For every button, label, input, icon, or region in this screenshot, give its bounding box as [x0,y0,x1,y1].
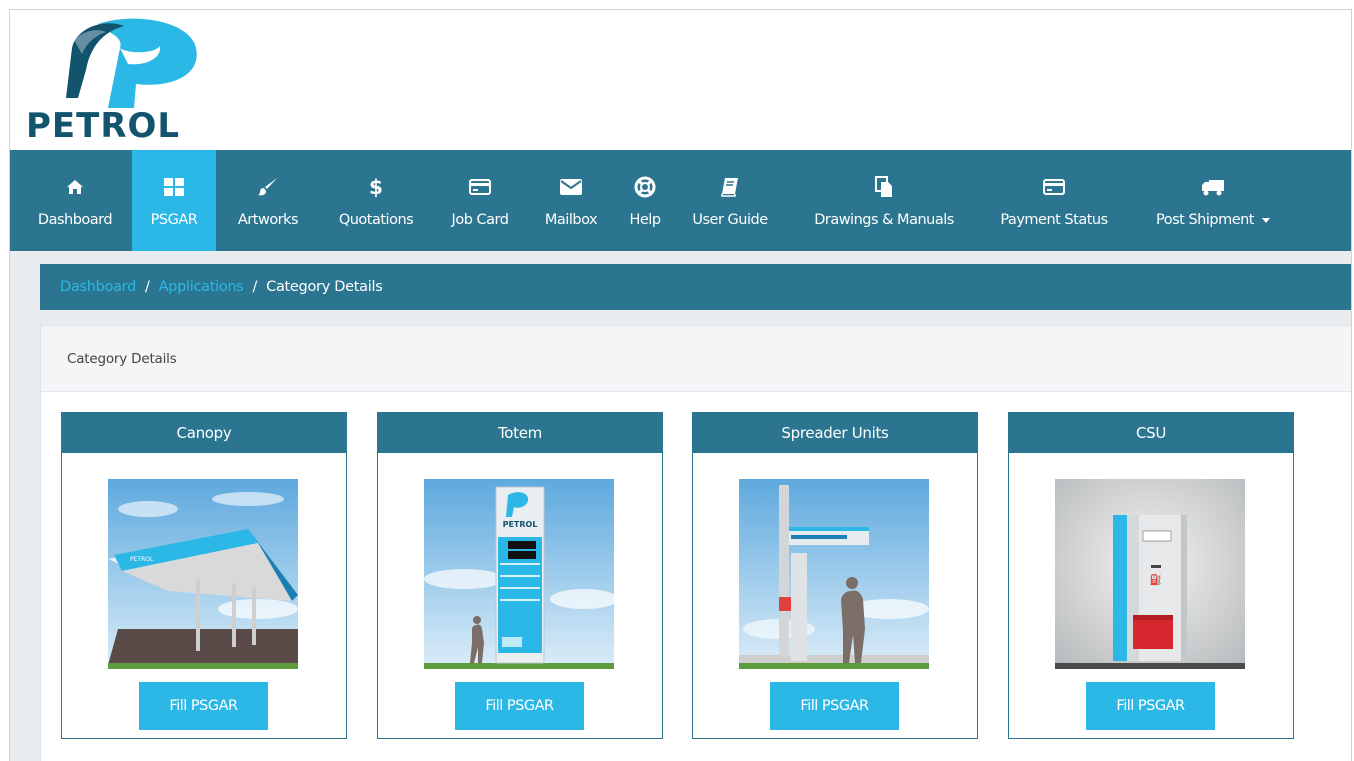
card-title: Spreader Units [693,413,977,453]
fill-psgar-button[interactable]: Fill PSGAR [455,682,584,730]
svg-text:$: $ [369,176,383,198]
svg-text:⛽: ⛽ [1150,573,1162,586]
nav-label: User Guide [692,212,768,228]
svg-text:PETROL: PETROL [130,556,154,563]
nav-label: Mailbox [544,212,598,228]
nav-label: Post Shipment [1156,212,1270,228]
category-card-spreader-units: Spreader Units Fill PSGAR [692,412,978,739]
breadcrumb-link-dashboard[interactable]: Dashboard [60,279,136,295]
nav-item-mailbox[interactable]: Mailbox [536,150,606,251]
nav-item-psgar[interactable]: PSGAR [132,150,216,251]
svg-text:PETROL: PETROL [503,520,538,529]
breadcrumb-separator: / [252,279,258,295]
credit-card-icon [469,176,491,198]
category-card-canopy: Canopy PETROL Fill PSGAR [61,412,347,739]
totem-image: PETROL [424,479,614,669]
canopy-image: PETROL [108,479,298,669]
nav-label: Dashboard [37,212,113,228]
nav-label: Payment Status [1000,212,1108,228]
panel-title: Category Details [41,326,1351,392]
nav-item-payment-status[interactable]: Payment Status [988,150,1120,251]
fill-psgar-button[interactable]: Fill PSGAR [1086,682,1215,730]
nav-item-help[interactable]: Help [622,150,668,251]
spreader-units-image [739,479,929,669]
nav-label: Help [629,212,661,228]
petrol-logo-icon[interactable] [62,18,212,108]
card-title: Totem [378,413,662,453]
home-icon [66,176,84,198]
credit-card-icon [1043,176,1065,198]
nav-label: Drawings & Manuals [814,212,954,228]
nav-item-quotations[interactable]: $ Quotations [324,150,428,251]
nav-label: Artworks [237,212,299,228]
nav-item-drawings-manuals[interactable]: Drawings & Manuals [796,150,972,251]
nav-item-job-card[interactable]: Job Card [440,150,520,251]
book-icon [721,176,739,198]
envelope-icon [560,176,582,198]
nav-label: Job Card [451,212,509,228]
truck-icon [1201,176,1225,198]
nav-item-dashboard[interactable]: Dashboard [22,150,128,251]
main-nav: Dashboard PSGAR Artworks $ Quotations Jo… [10,150,1351,251]
fill-psgar-button[interactable]: Fill PSGAR [770,682,899,730]
grid-icon [164,176,184,198]
breadcrumb-link-applications[interactable]: Applications [159,279,244,295]
csu-image: ⛽ [1055,479,1245,669]
caret-down-icon [1262,217,1270,223]
breadcrumb-separator: / [144,279,150,295]
page-frame: PETROL Dashboard PSGAR Artworks $ Quotat [9,9,1352,761]
nav-item-artworks[interactable]: Artworks [224,150,312,251]
nav-item-user-guide[interactable]: User Guide [684,150,776,251]
dollar-icon: $ [369,176,383,198]
header: PETROL [10,10,1351,150]
lifebuoy-icon [634,176,656,198]
breadcrumb: Dashboard / Applications / Category Deta… [40,264,1351,310]
category-card-csu: CSU ⛽ Fill PSGAR [1008,412,1294,739]
breadcrumb-current: Category Details [266,279,383,295]
card-title: CSU [1009,413,1293,453]
files-icon [875,176,893,198]
category-card-totem: Totem PETROL Fill PSGAR [377,412,663,739]
fill-psgar-button[interactable]: Fill PSGAR [139,682,268,730]
nav-label: Quotations [338,212,414,228]
brush-icon [258,176,278,198]
nav-label: PSGAR [150,212,198,228]
card-title: Canopy [62,413,346,453]
nav-item-post-shipment[interactable]: Post Shipment [1140,150,1286,251]
brand-name: PETROL [26,106,181,146]
